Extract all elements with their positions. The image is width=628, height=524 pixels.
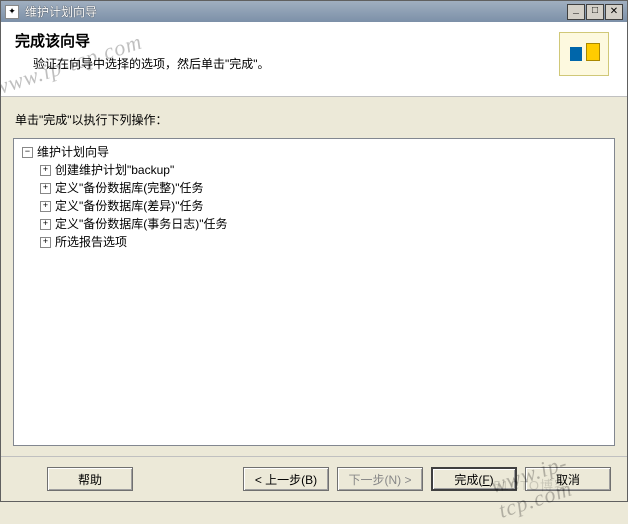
tree-item-label: 定义"备份数据库(事务日志)"任务 (55, 215, 228, 233)
close-button[interactable]: ✕ (605, 4, 623, 20)
finish-mnemonic: F (482, 473, 489, 487)
summary-tree[interactable]: − 维护计划向导 + 创建维护计划"backup" + 定义"备份数据库(完整)… (13, 138, 615, 446)
help-button[interactable]: 帮助 (47, 467, 133, 491)
collapse-icon[interactable]: − (22, 147, 33, 158)
window-buttons: _ □ ✕ (567, 4, 623, 20)
finish-label-pre: 完成( (454, 473, 482, 487)
wizard-header-text: 完成该向导 验证在向导中选择的选项，然后单击"完成"。 (11, 28, 559, 72)
tree-root[interactable]: − 维护计划向导 (18, 143, 610, 161)
tree-item[interactable]: + 创建维护计划"backup" (18, 161, 610, 179)
expand-icon[interactable]: + (40, 201, 51, 212)
page-title: 完成该向导 (15, 30, 559, 51)
tree-item-label: 定义"备份数据库(完整)"任务 (55, 179, 204, 197)
tree-item[interactable]: + 定义"备份数据库(完整)"任务 (18, 179, 610, 197)
next-button: 下一步(N) > (337, 467, 423, 491)
app-icon: ✦ (5, 5, 19, 19)
wizard-button-bar: 帮助 < 上一步(B) 下一步(N) > 完成(F) 取消 (1, 456, 627, 501)
maximize-button[interactable]: □ (586, 4, 604, 20)
window-title: 维护计划向导 (23, 3, 567, 20)
page-subtitle: 验证在向导中选择的选项，然后单击"完成"。 (33, 55, 559, 72)
tree-item[interactable]: + 定义"备份数据库(事务日志)"任务 (18, 215, 610, 233)
cancel-button[interactable]: 取消 (525, 467, 611, 491)
wizard-icon (559, 32, 609, 76)
instruction-text: 单击"完成"以执行下列操作： (1, 97, 627, 136)
back-button[interactable]: < 上一步(B) (243, 467, 329, 491)
tree-item-label: 创建维护计划"backup" (55, 161, 174, 179)
expand-icon[interactable]: + (40, 165, 51, 176)
tree-item[interactable]: + 所选报告选项 (18, 233, 610, 251)
expand-icon[interactable]: + (40, 183, 51, 194)
wizard-header: 完成该向导 验证在向导中选择的选项，然后单击"完成"。 (1, 22, 627, 97)
tree-item[interactable]: + 定义"备份数据库(差异)"任务 (18, 197, 610, 215)
expand-icon[interactable]: + (40, 219, 51, 230)
finish-label-post: ) (490, 473, 494, 487)
expand-icon[interactable]: + (40, 237, 51, 248)
minimize-button[interactable]: _ (567, 4, 585, 20)
tree-root-label: 维护计划向导 (37, 143, 109, 161)
tree-item-label: 定义"备份数据库(差异)"任务 (55, 197, 204, 215)
window-body: 完成该向导 验证在向导中选择的选项，然后单击"完成"。 单击"完成"以执行下列操… (0, 22, 628, 502)
finish-button[interactable]: 完成(F) (431, 467, 517, 491)
tree-item-label: 所选报告选项 (55, 233, 127, 251)
title-bar: ✦ 维护计划向导 _ □ ✕ (0, 0, 628, 22)
